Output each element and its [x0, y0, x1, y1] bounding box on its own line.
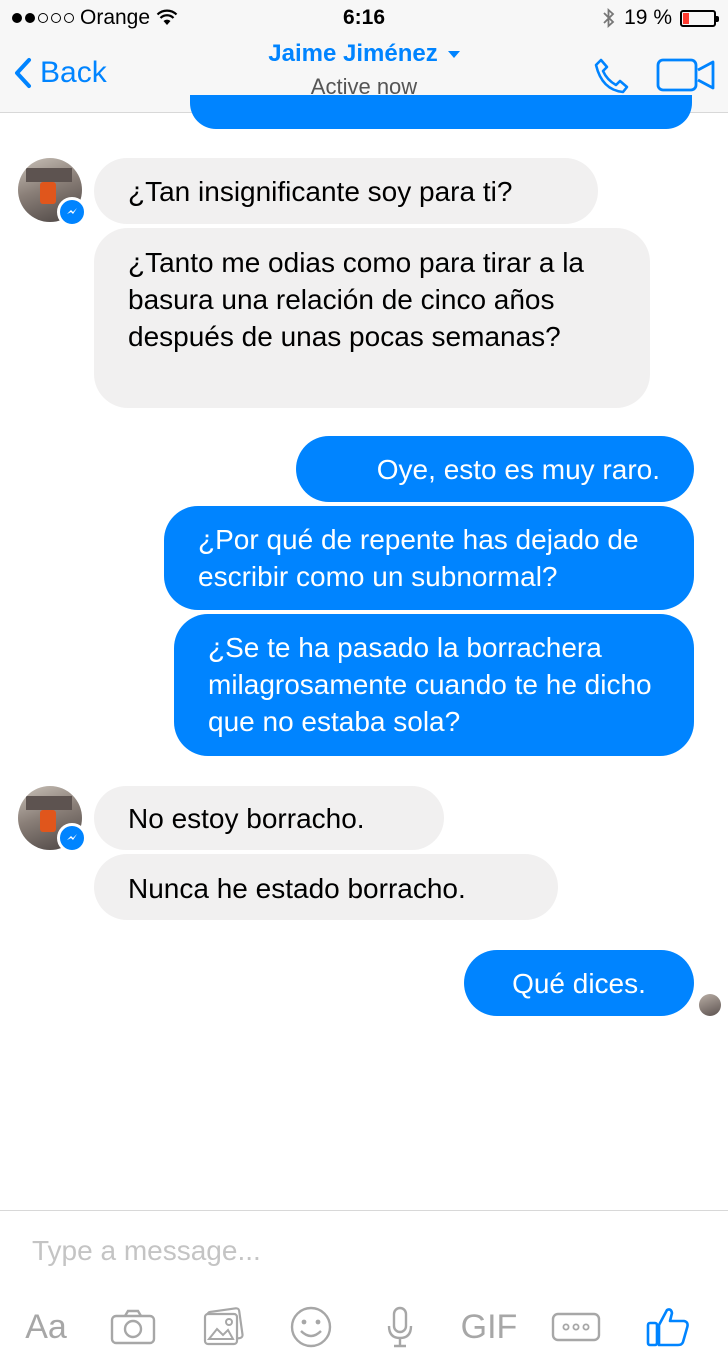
voice-button[interactable] [376, 1297, 424, 1357]
message-input[interactable]: Type a message... [32, 1235, 261, 1267]
message-bubble-incoming[interactable]: No estoy borracho. [94, 786, 444, 850]
text-format-button[interactable]: Aa [16, 1297, 76, 1357]
message-text: ¿Se te ha pasado la borrachera milagrosa… [208, 632, 652, 737]
message-bubble-incoming[interactable]: ¿Tan insignificante soy para ti? [94, 158, 598, 224]
more-options-icon [551, 1312, 601, 1342]
like-button[interactable] [642, 1297, 694, 1357]
camera-icon [110, 1309, 156, 1345]
message-bubble-outgoing[interactable]: Oye, esto es muy raro. [296, 436, 694, 502]
more-button[interactable] [550, 1297, 602, 1357]
message-bubble-incoming[interactable]: Nunca he estado borracho. [94, 854, 558, 920]
battery-icon [680, 9, 719, 27]
status-bar: Orange 6:16 19 % [0, 0, 728, 38]
photo-gallery-icon [203, 1307, 244, 1346]
message-bubble-incoming[interactable]: ¿Tanto me odias como para tirar a la bas… [94, 228, 650, 408]
phone-call-icon[interactable] [592, 56, 632, 96]
emoji-button[interactable] [286, 1297, 336, 1357]
message-text: No estoy borracho. [128, 803, 365, 834]
battery-percent: 19 % [624, 6, 672, 29]
message-bubble-outgoing[interactable]: Qué dices. [464, 950, 694, 1016]
message-text: ¿Por qué de repente has dejado de escrib… [198, 524, 639, 592]
smiley-icon [290, 1306, 332, 1348]
text-format-label: Aa [25, 1307, 67, 1346]
message-text: ¿Tan insignificante soy para ti? [128, 176, 513, 207]
gallery-button[interactable] [196, 1297, 250, 1357]
thumbs-up-icon [646, 1308, 689, 1347]
messenger-badge-icon [57, 823, 87, 853]
message-text: ¿Tanto me odias como para tirar a la bas… [128, 247, 584, 352]
message-bubble-outgoing[interactable]: ¿Se te ha pasado la borrachera milagrosa… [174, 614, 694, 756]
chevron-down-icon [447, 50, 460, 58]
gif-button[interactable]: GIF [455, 1297, 523, 1357]
camera-button[interactable] [106, 1297, 160, 1357]
video-call-icon[interactable] [656, 58, 716, 92]
status-right: 19 % [602, 6, 719, 30]
bluetooth-icon [603, 7, 615, 29]
message-text: Qué dices. [512, 968, 646, 999]
message-text: Nunca he estado borracho. [128, 873, 466, 904]
composer-toolbar: Aa GIF [0, 1297, 728, 1357]
read-receipt-avatar [699, 994, 721, 1016]
messenger-badge-icon [57, 197, 87, 227]
contact-name: Jaime Jiménez [268, 40, 438, 67]
message-composer: Type a message... Aa GIF [0, 1210, 728, 1366]
gif-label: GIF [460, 1307, 518, 1346]
message-bubble-outgoing[interactable]: ¿Por qué de repente has dejado de escrib… [164, 506, 694, 610]
message-bubble-partial[interactable] [190, 95, 692, 129]
message-text: Oye, esto es muy raro. [376, 454, 660, 485]
microphone-icon [387, 1306, 413, 1348]
